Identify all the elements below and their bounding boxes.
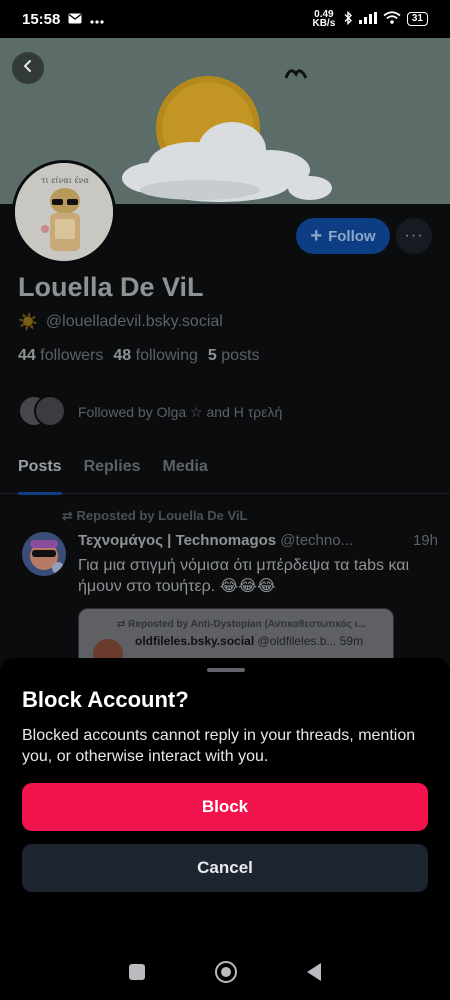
status-bar: 15:58 0.49 KB/s 31 [0, 0, 450, 38]
recents-square-icon[interactable] [129, 964, 145, 980]
sheet-description: Blocked accounts cannot reply in your th… [22, 727, 416, 765]
tab-replies[interactable]: Replies [84, 456, 141, 494]
back-button[interactable] [12, 52, 44, 84]
post-handle: @techno... [280, 532, 354, 549]
system-nav-bar [0, 944, 450, 1000]
cancel-button[interactable]: Cancel [22, 844, 428, 892]
following-label: following [135, 347, 198, 364]
followers-stat[interactable]: 44 followers [18, 347, 103, 365]
posts-count: 5 [207, 347, 217, 364]
quote-repost-line: ⇄ Reposted by Anti-Dystopian (Αντικαθεστ… [117, 619, 366, 630]
net-speed: 0.49 KB/s [312, 9, 336, 29]
post-text: Για μια στιγμή νόμισα ότι μπέρδεψα τα ta… [78, 557, 410, 595]
post-time: 19h [412, 532, 438, 549]
tab-posts[interactable]: Posts [18, 456, 62, 495]
avatar-caption: τι είναι ένα [41, 176, 89, 185]
repost-icon: ⇄ [62, 508, 73, 523]
avatar-illustration: τι είναι ένα [15, 163, 113, 261]
profile-stats: 44 followers 48 following 5 posts [18, 347, 260, 365]
post-author-avatar[interactable] [22, 532, 66, 576]
post-author[interactable]: Τεχνομάγος | Technomagos [78, 532, 276, 549]
quote-header: oldfileles.bsky.social @oldfileles.b... … [135, 634, 381, 648]
followed-by-text: Followed by Olga ☆ and Η τρελή [78, 403, 283, 420]
sheet-grabber[interactable] [207, 668, 245, 672]
profile-avatar[interactable]: τι είναι ένα [12, 160, 116, 264]
followed-by-row[interactable]: Followed by Olga ☆ and Η τρελή [18, 395, 282, 429]
follow-label: Follow [328, 227, 376, 245]
posts-label: posts [221, 347, 260, 364]
post-header: Τεχνομάγος | Technomagos @techno... 19h [78, 532, 438, 549]
battery-indicator: 31 [406, 12, 428, 26]
profile-tabs: Posts Replies Media [0, 456, 450, 495]
signal-icon [358, 11, 377, 27]
followers-count: 44 [18, 347, 36, 364]
chevron-left-icon [21, 59, 35, 78]
more-dots-icon: ··· [404, 227, 424, 244]
following-stat[interactable]: 48 following [113, 347, 198, 365]
home-circle-icon[interactable] [215, 961, 237, 983]
posts-stat: 5 posts [208, 347, 260, 365]
wifi-icon [383, 11, 401, 27]
tab-media[interactable]: Media [163, 456, 208, 494]
follow-button[interactable]: + Follow [296, 218, 390, 254]
status-right: 0.49 KB/s 31 [311, 9, 428, 29]
profile-handle: @louelladevil.bsky.social [45, 313, 223, 330]
quote-time: 59m [339, 634, 364, 648]
block-button[interactable]: Block [22, 783, 428, 831]
following-count: 48 [113, 347, 132, 364]
status-left: 15:58 [22, 11, 104, 28]
post-avatar-illustration [22, 532, 66, 576]
display-name: Louella De ViL [18, 272, 204, 302]
bluetooth-icon [343, 10, 353, 28]
handle-row: ☀️ @louelladevil.bsky.social [18, 312, 223, 332]
repost-line: ⇄ Reposted by Louella De ViL [62, 508, 248, 524]
quote-handle: @oldfileles.b... [257, 634, 337, 648]
plus-icon: + [310, 225, 323, 247]
mail-icon [68, 11, 82, 28]
quote-repost-text: Reposted by Anti-Dystopian (Αντικαθεστωτ… [128, 619, 366, 630]
status-time: 15:58 [22, 10, 61, 28]
profile-more-button[interactable]: ··· [396, 218, 432, 254]
sun-emoji-icon: ☀️ [18, 314, 38, 331]
repost-text: Reposted by Louella De ViL [76, 508, 248, 523]
back-triangle-icon[interactable] [307, 963, 321, 981]
follower-avatar [34, 395, 66, 427]
followers-label: followers [40, 347, 104, 364]
quote-author: oldfileles.bsky.social [135, 634, 255, 648]
follower-avatars [18, 395, 66, 429]
more-dots-icon [90, 11, 104, 28]
sheet-title: Block Account? [22, 687, 189, 712]
